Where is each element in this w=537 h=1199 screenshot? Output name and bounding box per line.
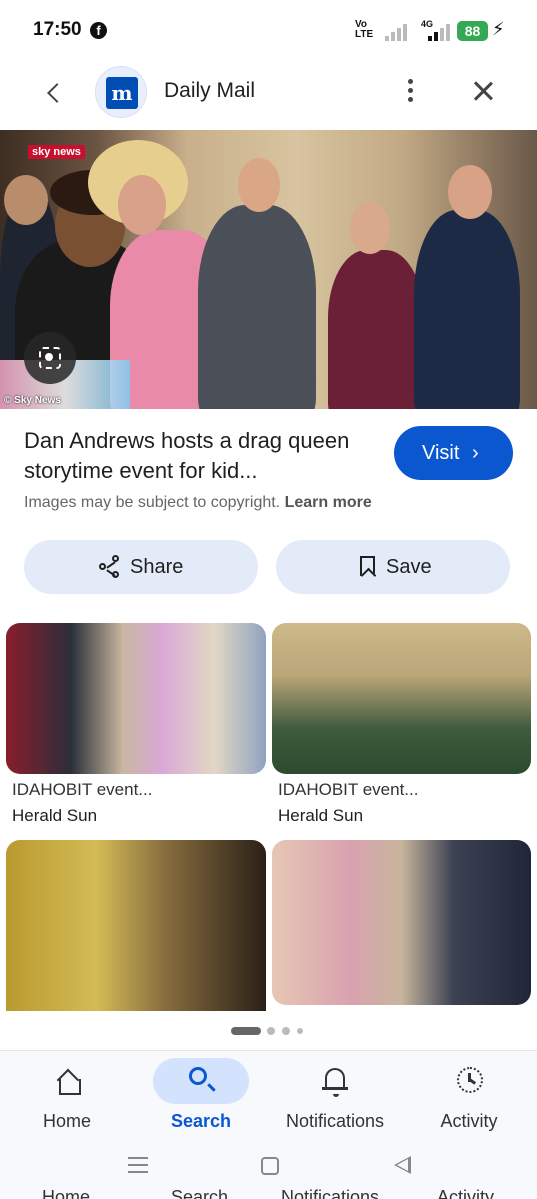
nav-notifications-label: Notifications xyxy=(285,1111,385,1131)
visit-label: Visit xyxy=(422,442,460,464)
nav-icon-container xyxy=(421,1058,517,1104)
more-options-button[interactable] xyxy=(400,76,422,106)
related-title-2[interactable]: IDAHOBIT event... xyxy=(278,780,418,800)
save-label: Save xyxy=(386,556,432,578)
volte-indicator: Vo LTE xyxy=(355,20,373,40)
bottom-nav: Home Search Notifications Activity xyxy=(0,1050,537,1145)
nav-home[interactable]: Home xyxy=(0,1051,134,1146)
search-icon xyxy=(189,1067,207,1085)
daily-mail-logo-icon: m xyxy=(106,77,138,109)
battery-indicator: 88 xyxy=(457,21,488,41)
related-image-4[interactable] xyxy=(272,840,531,1005)
result-title[interactable]: Dan Andrews hosts a drag queen storytime… xyxy=(24,426,384,486)
pagination-dot-active xyxy=(231,1027,261,1035)
pagination-dots xyxy=(231,1026,311,1036)
sky-news-logo: sky news xyxy=(28,145,85,159)
related-image-3[interactable] xyxy=(6,840,266,1011)
signal-icon xyxy=(385,21,409,41)
nav-activity[interactable]: Activity xyxy=(402,1051,536,1146)
home-button-icon[interactable] xyxy=(261,1157,279,1175)
pagination-dot xyxy=(297,1028,303,1034)
figure-head xyxy=(448,165,492,219)
nav-search[interactable]: Search xyxy=(134,1051,268,1146)
close-button[interactable] xyxy=(468,76,498,106)
main-image[interactable]: sky news © Sky News xyxy=(0,130,537,409)
ghost-label: Activity xyxy=(437,1187,495,1199)
bookmark-icon xyxy=(360,556,375,576)
facebook-icon: f xyxy=(90,22,107,39)
bell-icon xyxy=(322,1068,348,1097)
figure xyxy=(328,250,424,409)
nav-activity-label: Activity xyxy=(440,1111,498,1131)
related-source-2: Herald Sun xyxy=(278,806,364,825)
visit-button[interactable]: Visit › xyxy=(394,426,513,480)
ghost-label: Notifications xyxy=(281,1187,380,1199)
figure-head xyxy=(350,202,390,254)
nav-home-label: Home xyxy=(42,1111,91,1131)
ghost-label: Home xyxy=(42,1187,91,1199)
ghost-nav-labels: Home Search Notifications Activity xyxy=(0,1187,537,1199)
site-logo[interactable]: m xyxy=(95,66,147,118)
image-credit: © Sky News xyxy=(4,395,61,406)
ghost-label: Search xyxy=(171,1187,229,1199)
status-time: 17:50 xyxy=(33,19,82,40)
site-name[interactable]: Daily Mail xyxy=(164,79,255,103)
figure xyxy=(198,205,316,409)
save-button[interactable]: Save xyxy=(276,540,510,594)
recents-icon[interactable] xyxy=(128,1157,148,1173)
nav-icon-container xyxy=(153,1058,249,1104)
activity-icon xyxy=(457,1067,483,1093)
learn-more-link[interactable]: Learn more xyxy=(285,494,372,511)
lens-button[interactable] xyxy=(24,332,76,384)
share-button[interactable]: Share xyxy=(24,540,258,594)
figure-head xyxy=(118,175,166,235)
pagination-dot xyxy=(282,1027,290,1035)
volte-bottom: LTE xyxy=(355,29,374,40)
back-button[interactable] xyxy=(40,76,68,108)
related-source-1: Herald Sun xyxy=(12,806,98,825)
viewer-header: m Daily Mail xyxy=(0,62,537,130)
bolt-icon: ⚡︎ xyxy=(492,19,505,39)
nav-notifications[interactable]: Notifications xyxy=(268,1051,402,1146)
signal-4g-icon xyxy=(428,21,452,41)
copyright-notice: Images may be subject to copyright. Lear… xyxy=(24,494,372,512)
pagination-dot xyxy=(267,1027,275,1035)
share-icon xyxy=(99,540,121,594)
related-image-2[interactable] xyxy=(272,623,531,774)
back-triangle-icon[interactable] xyxy=(394,1156,411,1174)
chevron-right-icon: › xyxy=(472,442,479,464)
related-title-1[interactable]: IDAHOBIT event... xyxy=(12,780,152,800)
nav-icon-container xyxy=(287,1058,383,1104)
figure-head xyxy=(238,158,280,212)
nav-search-label: Search xyxy=(170,1111,232,1131)
status-bar: 17:50 f Vo LTE 4G 88 ⚡︎ xyxy=(0,0,537,62)
share-label: Share xyxy=(130,556,184,578)
related-image-1[interactable] xyxy=(6,623,266,774)
figure-head xyxy=(4,175,48,225)
copyright-text: Images may be subject to copyright. xyxy=(24,494,281,511)
home-icon xyxy=(57,1069,81,1095)
figure xyxy=(414,210,520,409)
nav-icon-container xyxy=(19,1058,115,1104)
